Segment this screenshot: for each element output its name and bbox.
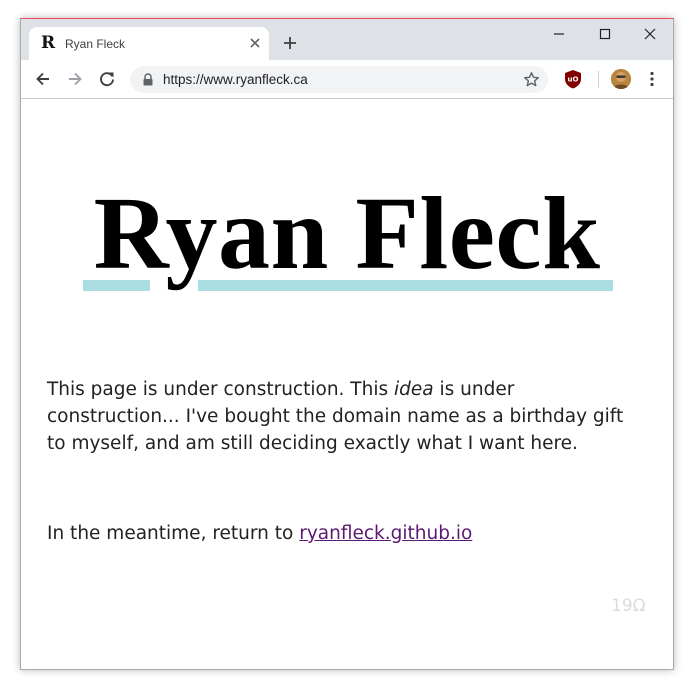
footer-mark: 19Ω: [611, 596, 646, 616]
more-menu-icon[interactable]: [643, 70, 661, 88]
svg-text:uO: uO: [568, 76, 579, 84]
address-bar[interactable]: https://www.ryanfleck.ca: [130, 66, 548, 93]
page-title: Ryan Fleck: [93, 176, 601, 291]
browser-window: R Ryan Fleck https://www.ryanfleck.ca uO…: [20, 18, 674, 670]
meantime-paragraph: In the meantime, return to ryanfleck.git…: [47, 520, 647, 547]
reload-icon[interactable]: [98, 70, 116, 88]
forward-arrow-icon[interactable]: [66, 70, 84, 88]
tab-active[interactable]: R Ryan Fleck: [29, 27, 269, 60]
profile-avatar-icon[interactable]: [611, 69, 631, 89]
bookmark-star-icon[interactable]: [523, 71, 540, 88]
tab-strip: R Ryan Fleck: [21, 19, 673, 60]
meantime-text: In the meantime, return to: [47, 523, 300, 544]
ublock-extension-icon[interactable]: uO: [564, 69, 582, 89]
page-content: Ryan Fleck This page is under constructi…: [21, 99, 673, 669]
new-tab-icon[interactable]: [282, 35, 298, 51]
tab-title: Ryan Fleck: [65, 37, 126, 51]
window-close-icon[interactable]: [638, 25, 662, 43]
favicon-icon: R: [41, 33, 56, 53]
maximize-icon[interactable]: [593, 25, 617, 43]
close-tab-icon[interactable]: [247, 35, 263, 51]
lock-icon[interactable]: [142, 73, 154, 86]
url-text[interactable]: https://www.ryanfleck.ca: [163, 72, 308, 87]
intro-paragraph: This page is under construction. This id…: [47, 376, 647, 457]
minimize-icon[interactable]: [547, 25, 571, 43]
back-arrow-icon[interactable]: [34, 70, 52, 88]
github-link[interactable]: ryanfleck.github.io: [299, 523, 472, 544]
intro-text-1: This page is under construction. This: [47, 379, 394, 400]
intro-emphasis: idea: [393, 379, 434, 400]
toolbar: https://www.ryanfleck.ca uO: [21, 60, 673, 99]
toolbar-separator: [598, 71, 599, 88]
